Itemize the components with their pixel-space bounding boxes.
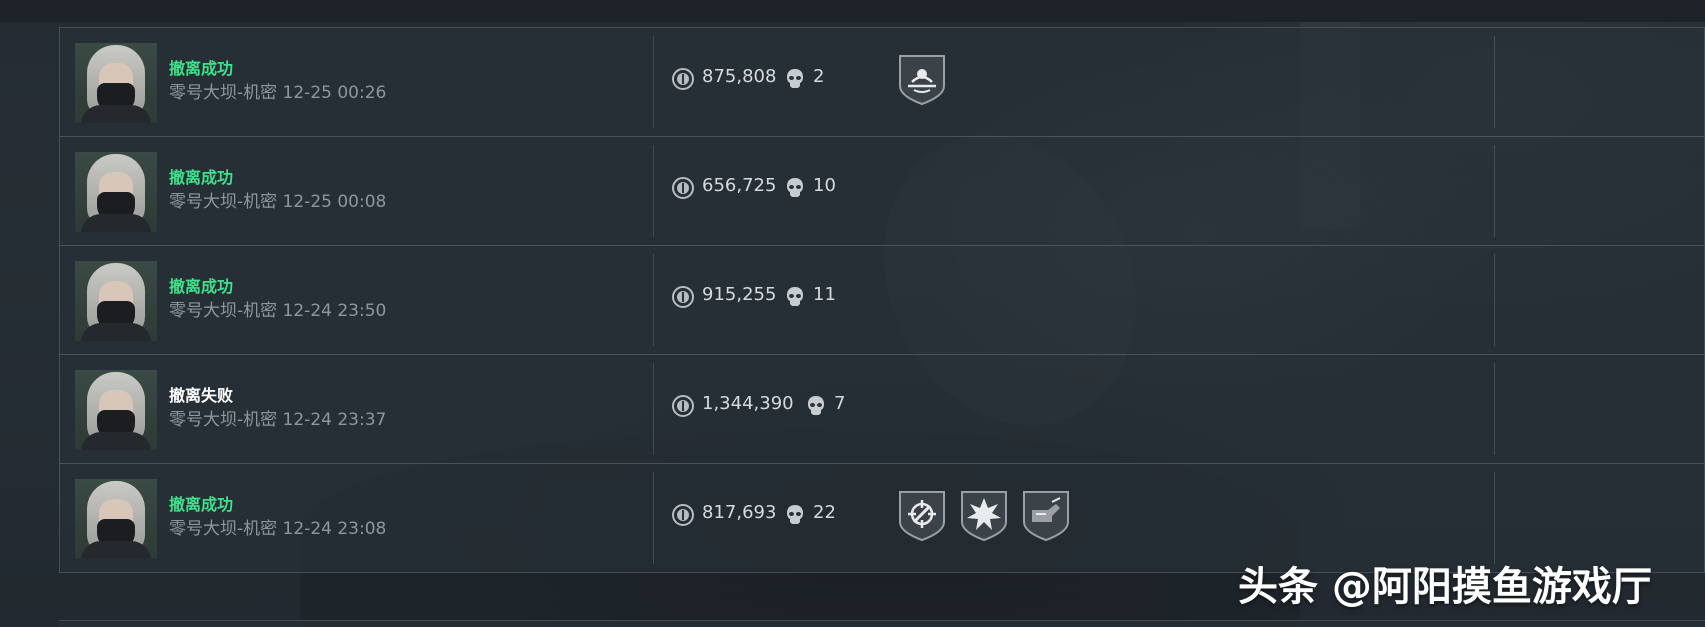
operator-avatar <box>75 43 157 123</box>
column-divider <box>1494 472 1495 564</box>
operator-avatar <box>75 479 157 559</box>
skull-icon <box>785 286 805 308</box>
skull-icon <box>806 395 826 417</box>
avatar-body <box>81 541 151 559</box>
column-divider <box>653 254 654 346</box>
kill-count: 22 <box>813 502 836 523</box>
coin-icon <box>672 177 694 199</box>
map-name: 零号大坝-机密 <box>169 519 278 539</box>
map-name: 零号大坝-机密 <box>169 83 278 103</box>
match-meta: 零号大坝-机密 12-25 00:08 <box>169 187 386 212</box>
kill-count: 10 <box>813 175 836 196</box>
value-amount: 1,344,390 <box>702 393 794 414</box>
avatar-body <box>81 432 151 450</box>
top-strip <box>0 0 1705 22</box>
coin-icon <box>672 68 694 90</box>
match-time: 12-25 00:26 <box>282 83 387 103</box>
coin-icon <box>672 286 694 308</box>
map-name: 零号大坝-机密 <box>169 410 278 430</box>
match-meta: 零号大坝-机密 12-24 23:08 <box>169 514 386 539</box>
kill-count: 2 <box>813 66 825 87</box>
match-time: 12-24 23:08 <box>282 519 387 539</box>
operator-avatar <box>75 261 157 341</box>
operator-avatar <box>75 370 157 450</box>
match-record-row[interactable]: 撤离成功 零号大坝-机密 12-25 00:08 656,725 10 <box>59 136 1705 246</box>
column-divider <box>653 363 654 455</box>
map-name: 零号大坝-机密 <box>169 301 278 321</box>
value-amount: 875,808 <box>702 66 777 87</box>
skull-icon <box>785 68 805 90</box>
coin-icon <box>672 395 694 417</box>
breach-badge-icon[interactable] <box>1022 488 1070 542</box>
match-time: 12-24 23:37 <box>282 410 387 430</box>
avatar-body <box>81 214 151 232</box>
crosshair-badge-icon[interactable] <box>898 488 946 542</box>
match-meta: 零号大坝-机密 12-25 00:26 <box>169 78 386 103</box>
extraction-status: 撤离成功 <box>169 59 234 78</box>
value-amount: 817,693 <box>702 502 777 523</box>
kill-count: 7 <box>834 393 846 414</box>
coin-icon <box>672 504 694 526</box>
column-divider <box>1494 36 1495 128</box>
extraction-status: 撤离失败 <box>169 386 234 405</box>
extraction-status: 撤离成功 <box>169 495 234 514</box>
extraction-status: 撤离成功 <box>169 277 234 296</box>
explosion-badge-icon[interactable] <box>960 488 1008 542</box>
column-divider <box>653 472 654 564</box>
match-time: 12-25 00:08 <box>282 192 387 212</box>
value-amount: 915,255 <box>702 284 777 305</box>
skull-icon <box>785 504 805 526</box>
match-meta: 零号大坝-机密 12-24 23:37 <box>169 405 386 430</box>
match-record-row[interactable]: 撤离成功 零号大坝-机密 12-25 00:26 875,808 2 <box>59 27 1705 137</box>
extraction-badge-icon[interactable] <box>898 52 946 106</box>
map-name: 零号大坝-机密 <box>169 192 278 212</box>
kill-count: 11 <box>813 284 836 305</box>
next-row-edge <box>59 620 1705 627</box>
column-divider <box>653 36 654 128</box>
match-meta: 零号大坝-机密 12-24 23:50 <box>169 296 386 321</box>
match-record-row[interactable]: 撤离成功 零号大坝-机密 12-24 23:50 915,255 11 <box>59 245 1705 355</box>
match-record-row[interactable]: 撤离失败 零号大坝-机密 12-24 23:37 1,344,390 7 <box>59 354 1705 464</box>
match-time: 12-24 23:50 <box>282 301 387 321</box>
extraction-status: 撤离成功 <box>169 168 234 187</box>
avatar-body <box>81 105 151 123</box>
column-divider <box>1494 254 1495 346</box>
column-divider <box>1494 145 1495 237</box>
operator-avatar <box>75 152 157 232</box>
avatar-body <box>81 323 151 341</box>
value-amount: 656,725 <box>702 175 777 196</box>
skull-icon <box>785 177 805 199</box>
column-divider <box>1494 363 1495 455</box>
watermark: 头条 @阿阳摸鱼游戏厅 <box>1238 564 1652 610</box>
column-divider <box>653 145 654 237</box>
